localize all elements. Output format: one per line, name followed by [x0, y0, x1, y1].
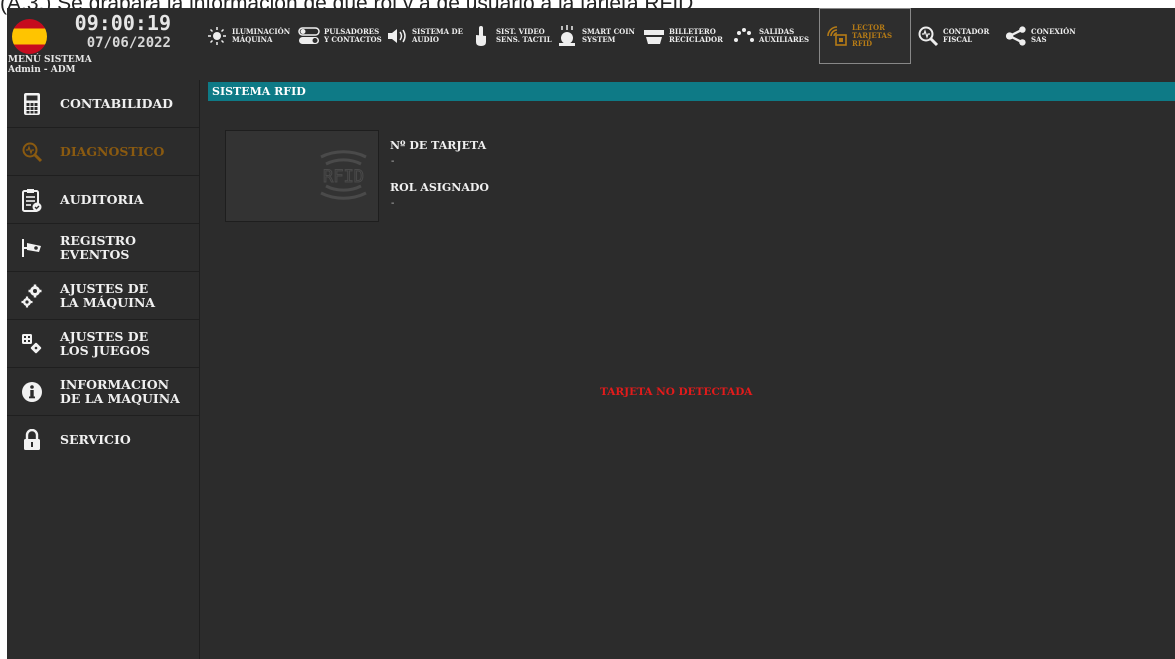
- lock-icon: [21, 427, 43, 453]
- tab-label: BILLETERO RECICLADOR: [669, 27, 723, 44]
- tab-sistema-audio[interactable]: SISTEMA DE AUDIO: [380, 8, 464, 64]
- tab-label: SMART COIN SYSTEM: [582, 27, 635, 44]
- sidebar-item-diagnostico[interactable]: DIAGNOSTICO: [7, 128, 199, 176]
- tab-pulsadores-contactos[interactable]: PULSADORES Y CONTACTOS: [292, 8, 382, 64]
- rfid-logo-text: RFID: [323, 167, 364, 187]
- top-toolbar: ILUMINACIÓN MÁQUINA PULSADORES Y CONTACT…: [200, 8, 1175, 64]
- clock-date: 07/06/2022: [86, 35, 171, 51]
- sidebar-item-label: DIAGNOSTICO: [60, 143, 165, 159]
- role-value: -: [391, 198, 395, 209]
- sidebar-item-auditoria[interactable]: AUDITORIA: [7, 176, 199, 224]
- tab-lector-rfid[interactable]: LECTOR TARJETAS RFID: [819, 8, 911, 64]
- sidebar-item-registro-eventos[interactable]: REGISTRO EVENTOS: [7, 224, 199, 272]
- rfid-logo-icon: RFID: [320, 150, 367, 200]
- tab-smart-coin[interactable]: SMART COIN SYSTEM: [550, 8, 637, 64]
- tab-billetero-reciclador[interactable]: BILLETERO RECICLADOR: [637, 8, 727, 64]
- menu-title: MENÚ SISTEMA: [8, 55, 92, 65]
- outputs-icon: [733, 25, 755, 47]
- rfid-card-preview: RFID: [225, 130, 379, 222]
- toggle-icon: [298, 25, 320, 47]
- camera-icon: [21, 235, 43, 261]
- tab-label: ILUMINACIÓN MÁQUINA: [232, 27, 291, 44]
- main-content: SISTEMA RFID RFID Nº DE TARJETA - ROL AS…: [200, 64, 1175, 659]
- card-number-label: Nº DE TARJETA: [390, 139, 487, 152]
- sidebar-item-label: REGISTRO EVENTOS: [60, 232, 137, 262]
- sidebar-item-label: CONTABILIDAD: [60, 95, 174, 111]
- calculator-icon: [21, 91, 43, 117]
- sidebar-item-label: INFORMACION DE LA MAQUINA: [60, 376, 180, 406]
- tab-conexion-sas[interactable]: CONEXIÓN SAS: [999, 8, 1089, 64]
- sidebar-item-ajustes-maquina[interactable]: AJUSTES DE LA MÁQUINA: [7, 272, 199, 320]
- tab-label: CONTADOR FISCAL: [943, 27, 990, 44]
- spain-flag-icon: [12, 19, 47, 54]
- gears-icon: [21, 283, 43, 309]
- sidebar-item-label: AJUSTES DE LOS JUEGOS: [60, 328, 150, 358]
- tab-label: SIST. VIDEO SENS. TACTIL: [496, 27, 552, 44]
- share-icon: [1005, 25, 1027, 47]
- counter-icon: [917, 25, 939, 47]
- sidebar-item-label: SERVICIO: [60, 432, 131, 447]
- rfid-reader-icon: [826, 25, 848, 47]
- card-number-value: -: [391, 156, 395, 167]
- section-title: SISTEMA RFID: [208, 82, 1175, 101]
- role-label: ROL ASIGNADO: [390, 181, 490, 194]
- status-message: TARJETA NO DETECTADA: [600, 386, 753, 398]
- tab-label: SISTEMA DE AUDIO: [412, 27, 463, 44]
- sidebar-item-label: AUDITORIA: [60, 191, 144, 207]
- speaker-icon: [386, 25, 408, 47]
- clock-time: 09:00:19: [74, 11, 171, 35]
- diagnostic-icon: [21, 139, 43, 165]
- sidebar: CONTABILIDAD DIAGNOSTICO AUDITORIA REGIS…: [7, 80, 200, 659]
- tab-label: PULSADORES Y CONTACTOS: [324, 27, 382, 44]
- tab-sist-video[interactable]: SIST. VIDEO SENS. TACTIL: [464, 8, 552, 64]
- sidebar-item-label: AJUSTES DE LA MÁQUINA: [60, 280, 156, 310]
- info-icon: [21, 379, 43, 405]
- sidebar-item-ajustes-juegos[interactable]: AJUSTES DE LOS JUEGOS: [7, 320, 199, 368]
- tab-label: LECTOR TARJETAS RFID: [852, 23, 893, 48]
- sidebar-item-servicio[interactable]: SERVICIO: [7, 416, 199, 464]
- tab-contador-fiscal[interactable]: CONTADOR FISCAL: [911, 8, 999, 64]
- menu-user: Admin - ADM: [8, 65, 76, 75]
- app-window: 09:00:19 07/06/2022 MENÚ SISTEMA Admin -…: [7, 8, 1175, 659]
- banknote-icon: [643, 25, 665, 47]
- tab-label: CONEXIÓN SAS: [1031, 27, 1076, 44]
- tab-label: SALIDAS AUXILIARES: [759, 27, 810, 44]
- clipboard-icon: [21, 187, 43, 213]
- tab-salidas-auxiliares[interactable]: SALIDAS AUXILIARES: [727, 8, 819, 64]
- games-icon: [21, 331, 43, 357]
- lightbulb-icon: [206, 25, 228, 47]
- sidebar-item-informacion-maquina[interactable]: INFORMACION DE LA MAQUINA: [7, 368, 199, 416]
- coin-icon: [556, 25, 578, 47]
- clock-panel: 09:00:19 07/06/2022 MENÚ SISTEMA Admin -…: [7, 8, 200, 80]
- tab-iluminacion-maquina[interactable]: ILUMINACIÓN MÁQUINA: [200, 8, 292, 64]
- sidebar-item-contabilidad[interactable]: CONTABILIDAD: [7, 80, 199, 128]
- touch-icon: [470, 25, 492, 47]
